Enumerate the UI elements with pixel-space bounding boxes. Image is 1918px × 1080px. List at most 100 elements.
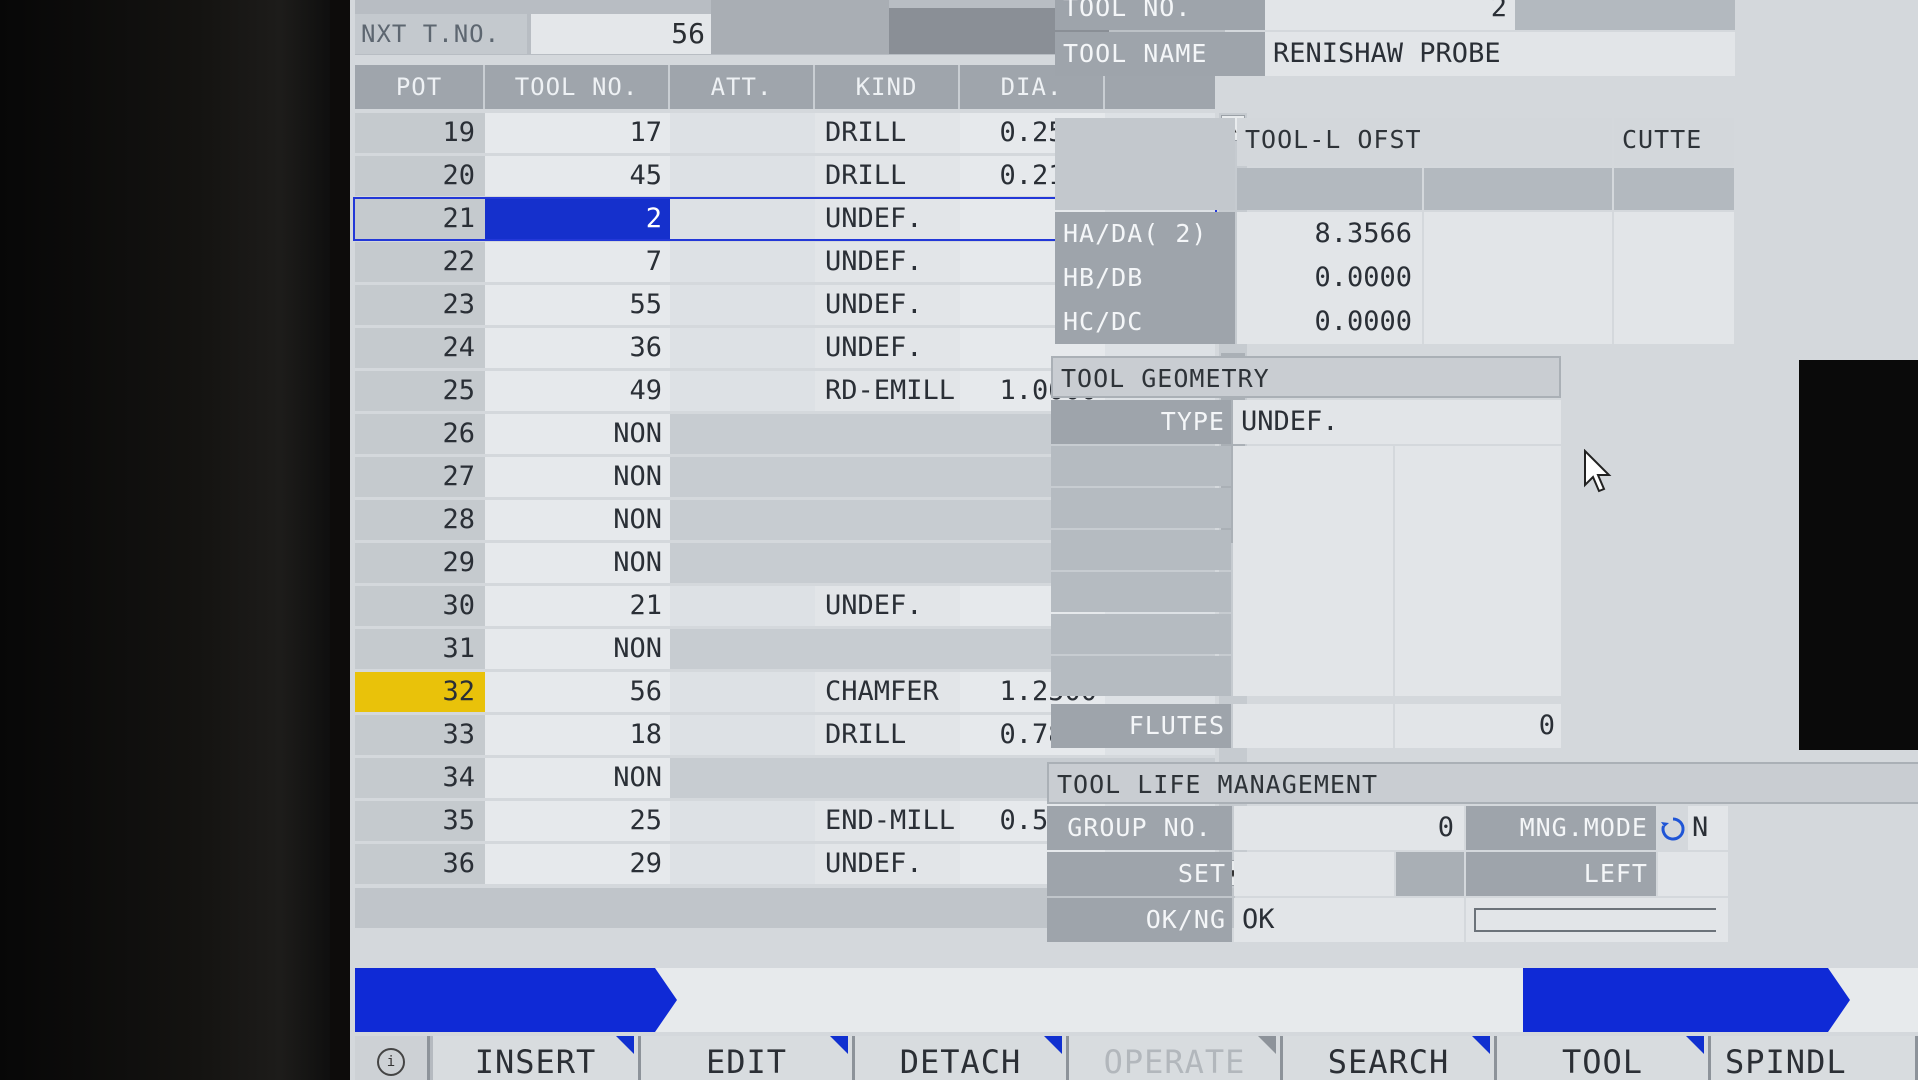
offset-value-hc-dc[interactable]: 0.0000 <box>1237 300 1422 344</box>
kind-cell[interactable] <box>815 758 960 798</box>
pot-cell[interactable]: 35 <box>355 801 485 841</box>
pot-cell[interactable]: 31 <box>355 629 485 669</box>
att-cell[interactable] <box>670 629 815 669</box>
tool-no-cell[interactable]: 21 <box>485 586 670 626</box>
tool-no-cell[interactable]: NON <box>485 629 670 669</box>
att-cell[interactable] <box>670 156 815 196</box>
kind-cell[interactable]: UNDEF. <box>815 199 960 239</box>
tool-no-cell[interactable]: 25 <box>485 801 670 841</box>
tool-no-cell[interactable]: 55 <box>485 285 670 325</box>
tool-no-cell[interactable]: NON <box>485 457 670 497</box>
tool-no-cell[interactable]: 18 <box>485 715 670 755</box>
kind-cell[interactable]: UNDEF. <box>815 844 960 884</box>
info-softkey[interactable]: i <box>355 1036 430 1080</box>
kind-cell[interactable] <box>815 414 960 454</box>
softkey-detach[interactable]: DETACH <box>855 1036 1069 1080</box>
tool-no-cell[interactable]: 49 <box>485 371 670 411</box>
att-cell[interactable] <box>670 758 815 798</box>
att-cell[interactable] <box>670 242 815 282</box>
pot-cell[interactable]: 27 <box>355 457 485 497</box>
softkey-insert[interactable]: INSERT <box>433 1036 641 1080</box>
att-cell[interactable] <box>670 285 815 325</box>
pot-cell[interactable]: 25 <box>355 371 485 411</box>
kind-cell[interactable]: DRILL <box>815 715 960 755</box>
kind-cell[interactable]: DRILL <box>815 156 960 196</box>
tool-no-cell[interactable]: 2 <box>485 199 670 239</box>
att-cell[interactable] <box>670 500 815 540</box>
kind-cell[interactable] <box>815 543 960 583</box>
pot-cell[interactable]: 22 <box>355 242 485 282</box>
tool-no-cell[interactable]: 29 <box>485 844 670 884</box>
geometry-flutes-value[interactable]: 0 <box>1395 704 1561 748</box>
kind-cell[interactable]: UNDEF. <box>815 285 960 325</box>
pot-cell[interactable]: 20 <box>355 156 485 196</box>
geometry-flutes-empty[interactable] <box>1233 704 1393 748</box>
pot-cell[interactable]: 34 <box>355 758 485 798</box>
tool-no-cell[interactable]: NON <box>485 500 670 540</box>
kind-cell[interactable]: RD-EMILL <box>815 371 960 411</box>
geometry-values-col2[interactable] <box>1395 446 1561 696</box>
kind-cell[interactable]: UNDEF. <box>815 328 960 368</box>
att-cell[interactable] <box>670 672 815 712</box>
tool-name-value[interactable]: RENISHAW PROBE <box>1265 32 1735 76</box>
pot-cell[interactable]: 32 <box>355 672 485 712</box>
softkey-operate[interactable]: OPERATE <box>1069 1036 1283 1080</box>
tool-no-cell[interactable]: 17 <box>485 113 670 153</box>
tool-no-cell[interactable]: 36 <box>485 328 670 368</box>
pot-cell[interactable]: 24 <box>355 328 485 368</box>
offset-empty[interactable] <box>1614 256 1734 300</box>
offset-value-hb-db[interactable]: 0.0000 <box>1237 256 1422 300</box>
left-value[interactable] <box>1658 852 1728 896</box>
att-cell[interactable] <box>670 801 815 841</box>
offset-empty[interactable] <box>1614 300 1734 344</box>
pot-cell[interactable]: 36 <box>355 844 485 884</box>
pot-cell[interactable]: 29 <box>355 543 485 583</box>
pot-cell[interactable]: 33 <box>355 715 485 755</box>
kind-cell[interactable]: UNDEF. <box>815 242 960 282</box>
mng-mode-value[interactable]: N <box>1688 806 1728 850</box>
geometry-type-value[interactable]: UNDEF. <box>1233 400 1561 444</box>
att-cell[interactable] <box>670 113 815 153</box>
offset-empty[interactable] <box>1424 300 1612 344</box>
kind-cell[interactable]: UNDEF. <box>815 586 960 626</box>
att-cell[interactable] <box>670 586 815 626</box>
geometry-values-col1[interactable] <box>1233 446 1393 696</box>
att-cell[interactable] <box>670 844 815 884</box>
pot-cell[interactable]: 21 <box>355 199 485 239</box>
tool-no-cell[interactable]: NON <box>485 758 670 798</box>
kind-cell[interactable]: END-MILL <box>815 801 960 841</box>
att-cell[interactable] <box>670 199 815 239</box>
softkey-tool[interactable]: TOOL <box>1497 1036 1711 1080</box>
offset-value-ha-da[interactable]: 8.3566 <box>1237 212 1422 256</box>
tool-no-cell[interactable]: 56 <box>485 672 670 712</box>
offset-empty[interactable] <box>1424 256 1612 300</box>
tool-no-cell[interactable]: 7 <box>485 242 670 282</box>
pot-cell[interactable]: 19 <box>355 113 485 153</box>
softkey-spindle[interactable]: SPINDL <box>1711 1036 1918 1080</box>
kind-cell[interactable] <box>815 457 960 497</box>
offset-empty[interactable] <box>1614 212 1734 256</box>
tool-no-cell[interactable]: 45 <box>485 156 670 196</box>
att-cell[interactable] <box>670 414 815 454</box>
offset-empty[interactable] <box>1424 212 1612 256</box>
att-cell[interactable] <box>670 457 815 497</box>
pot-cell[interactable]: 23 <box>355 285 485 325</box>
att-cell[interactable] <box>670 715 815 755</box>
att-cell[interactable] <box>670 543 815 583</box>
set-value[interactable] <box>1234 852 1394 896</box>
refresh-icon[interactable] <box>1660 816 1686 842</box>
kind-cell[interactable] <box>815 500 960 540</box>
kind-cell[interactable]: CHAMFER <box>815 672 960 712</box>
group-no-value[interactable]: 0 <box>1234 806 1464 850</box>
att-cell[interactable] <box>670 371 815 411</box>
kind-cell[interactable]: DRILL <box>815 113 960 153</box>
softkey-search[interactable]: SEARCH <box>1283 1036 1497 1080</box>
pot-cell[interactable]: 28 <box>355 500 485 540</box>
softkey-edit[interactable]: EDIT <box>641 1036 855 1080</box>
kind-cell[interactable] <box>815 629 960 669</box>
tool-no-cell[interactable]: NON <box>485 543 670 583</box>
tool-no-cell[interactable]: NON <box>485 414 670 454</box>
pot-cell[interactable]: 30 <box>355 586 485 626</box>
att-cell[interactable] <box>670 328 815 368</box>
pot-cell[interactable]: 26 <box>355 414 485 454</box>
